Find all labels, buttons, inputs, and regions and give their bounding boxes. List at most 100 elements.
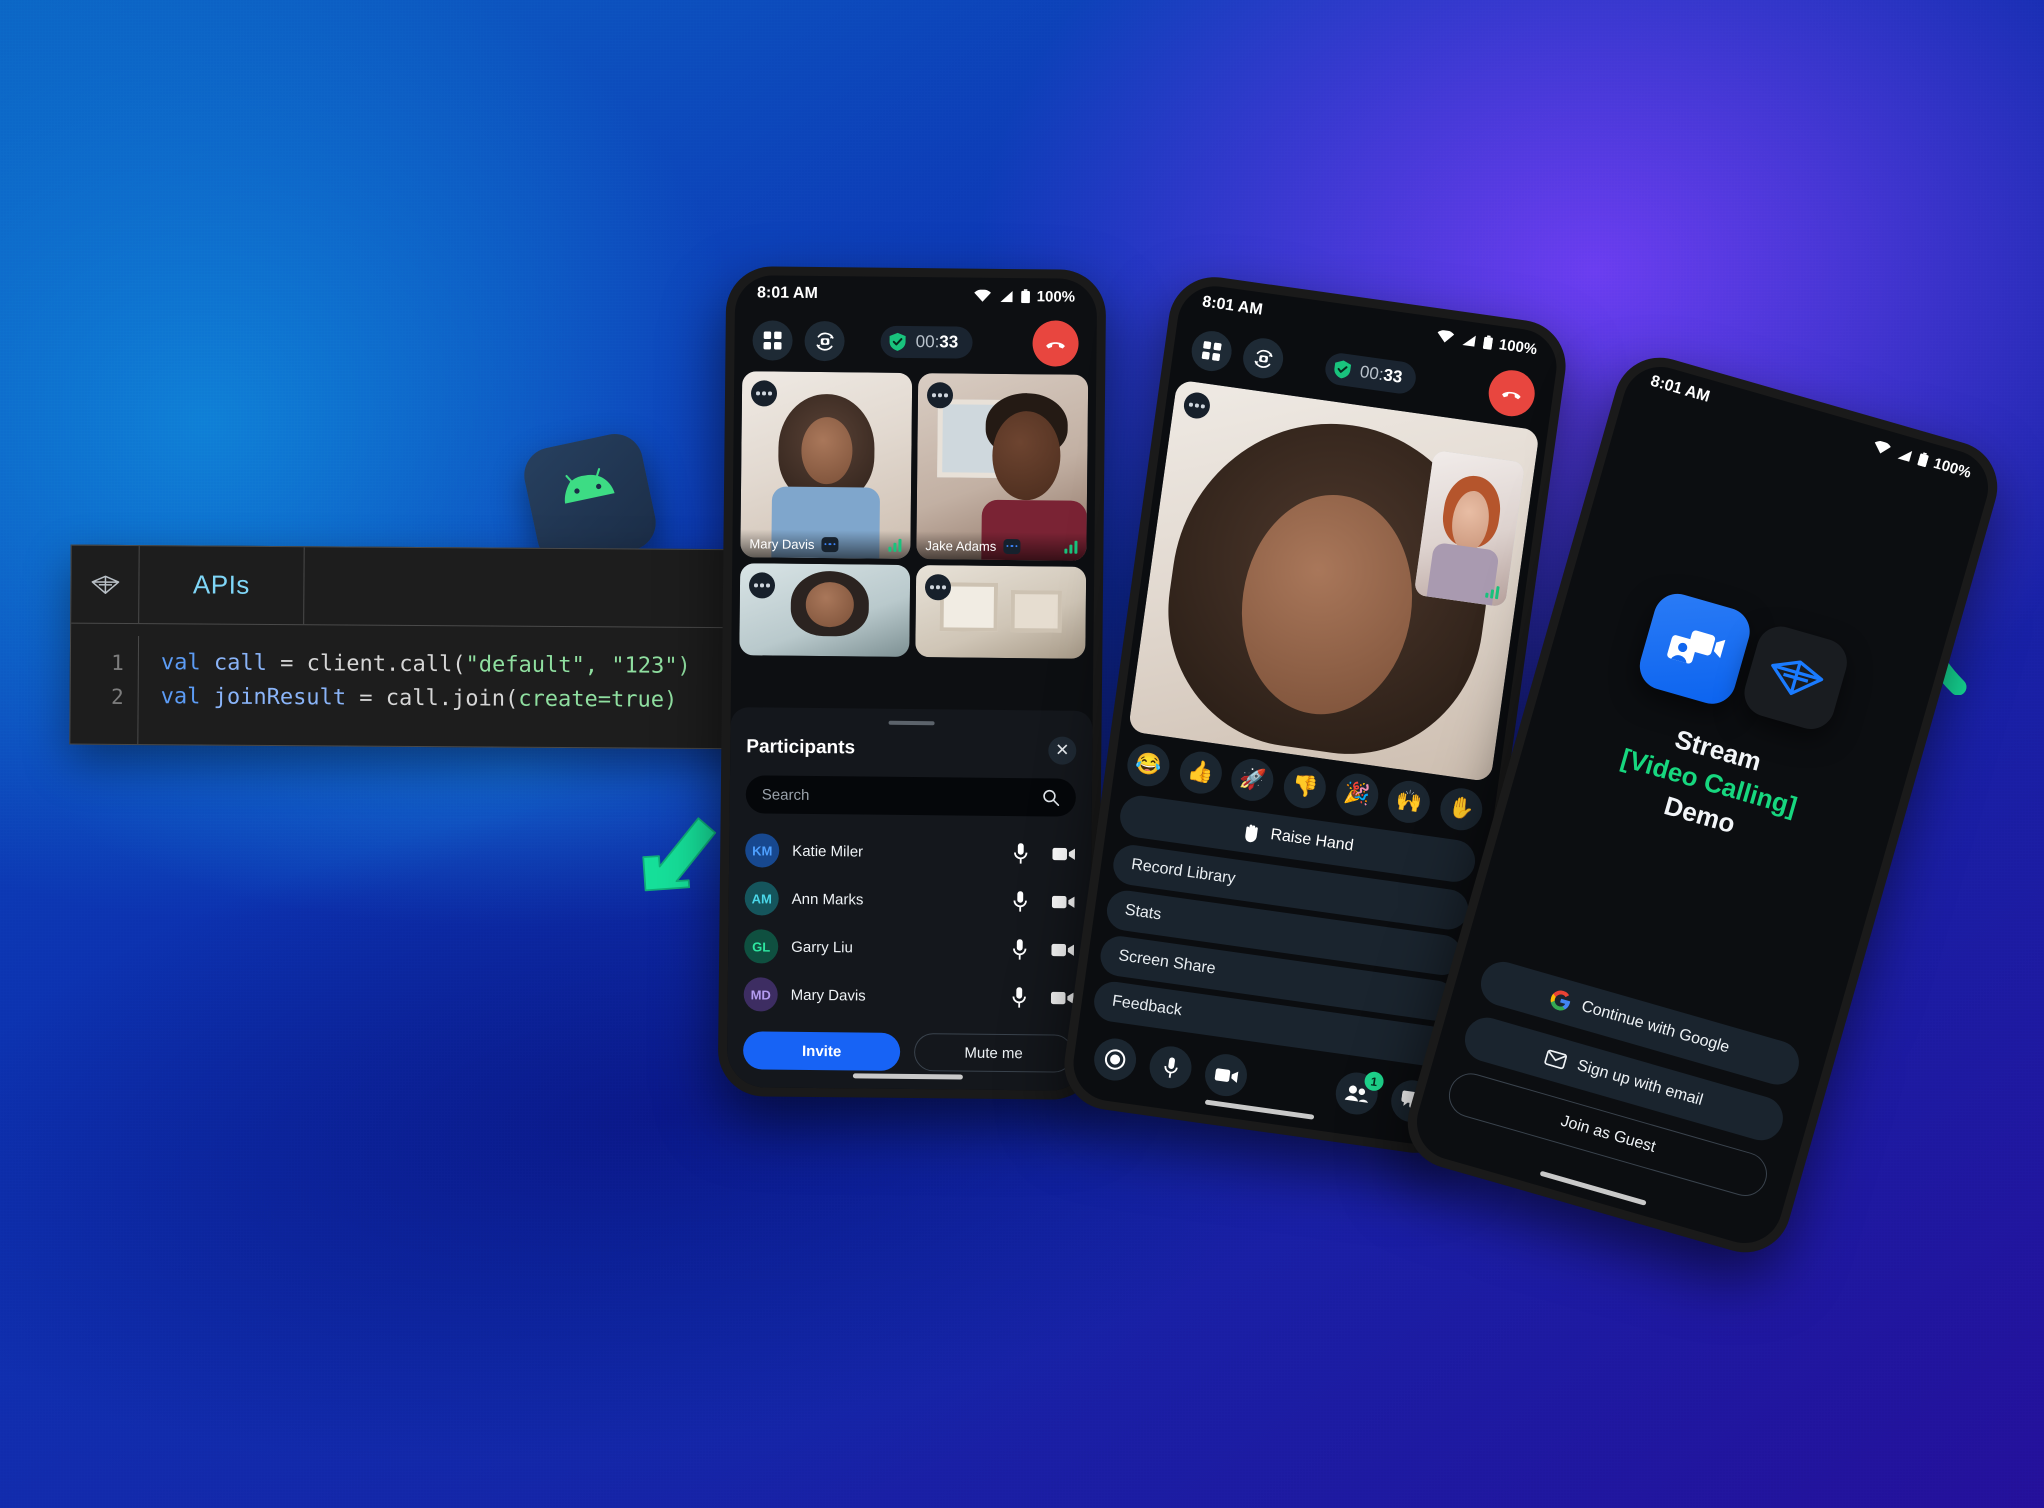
reaction-hand-icon[interactable]: ✋ [1437,785,1485,833]
reaction-thumbs-down-icon[interactable]: 👎 [1281,763,1329,812]
sheet-header: Participants ✕ [746,733,1077,765]
list-item[interactable]: MD Mary Davis [743,973,1074,1018]
timer-text: 00:33 [1359,362,1404,388]
cell-signal-icon [1897,450,1912,462]
invite-button[interactable]: Invite [742,1031,901,1071]
button-label: Sign up with email [1575,1056,1705,1110]
hangup-phone-icon[interactable] [1032,320,1079,367]
battery-percentage: 100% [1497,335,1539,358]
mic-icon[interactable] [1013,890,1028,912]
search-input[interactable]: Search [745,775,1077,817]
mic-icon[interactable] [1012,938,1027,960]
mic-active-icon [821,536,839,552]
participants-sheet: Participants ✕ Search KM Katie Miler AM … [726,707,1093,1091]
avatar: KM [745,833,780,868]
sheet-actions: Invite Mute me [742,1015,1074,1090]
more-dots-icon[interactable] [926,382,954,409]
flip-camera-icon[interactable] [804,320,845,362]
avatar: AM [744,881,779,916]
flip-camera-icon[interactable] [1240,335,1286,381]
sheet-drag-handle[interactable] [888,720,935,726]
wifi-icon [973,289,991,302]
list-item[interactable]: AM Ann Marks [744,877,1075,922]
phone-1-screen: 8:01 AM 100% 00:33 Mary Davis Jake Adams… [726,275,1098,1091]
reaction-thumbs-up-icon[interactable]: 👍 [1176,748,1225,797]
reaction-party-icon[interactable]: 🎉 [1333,770,1381,819]
brand-icons [1633,588,1853,737]
avatar: GL [744,929,779,964]
mic-icon[interactable] [1012,986,1027,1008]
wifi-icon [1437,329,1454,342]
code-identifier: call [200,650,281,677]
mute-me-button[interactable]: Mute me [913,1033,1074,1073]
code-keyword: val [160,684,201,710]
sheet-title: Participants [746,736,856,759]
raise-hand-icon [1245,824,1258,842]
more-dots-icon[interactable] [924,574,952,601]
cell-signal-icon [1000,290,1013,302]
line-number: 2 [110,684,124,709]
code-line: val call = client.call("default", "123") [161,646,769,684]
more-dots-icon[interactable] [750,380,778,407]
search-icon [1043,789,1060,806]
more-dots-icon[interactable] [748,572,776,599]
reaction-rocket-icon[interactable]: 🚀 [1228,756,1277,804]
connection-bars-icon [888,538,902,552]
reaction-raised-hands-icon[interactable]: 🙌 [1385,778,1433,826]
list-item[interactable]: KM Katie Miler [745,829,1076,874]
shield-check-icon [1334,360,1351,379]
camera-icon[interactable] [1052,846,1076,861]
participant-controls [1013,890,1075,913]
code-paren: ) [677,653,691,679]
main-video-tile[interactable] [1127,379,1540,783]
code-card-header: APIs [71,545,770,629]
battery-percentage: 100% [1931,454,1974,482]
code-paren: ) [663,687,678,713]
video-tile[interactable] [739,563,911,657]
stream-video-app-icon [1633,588,1755,710]
hangup-phone-icon[interactable] [1485,367,1538,420]
video-tile[interactable] [915,565,1087,659]
camera-icon[interactable] [1202,1051,1250,1099]
code-call: client.call( [306,651,466,678]
envelope-icon [1544,1049,1568,1070]
call-timer: 00:33 [880,325,973,359]
participant-label: Jake Adams [916,531,1087,561]
grid-layout-icon[interactable] [752,320,793,361]
video-tile[interactable]: Mary Davis [740,371,913,559]
timer-seconds: 33 [939,332,959,352]
reaction-laugh-icon[interactable]: 😂 [1124,741,1173,790]
code-card-body: 1 2 val call = client.call("default", "1… [70,624,769,749]
code-call: call.join( [385,685,519,712]
record-icon[interactable] [1091,1035,1139,1084]
code-args: "default", "123" [465,652,678,679]
code-text[interactable]: val call = client.call("default", "123")… [138,636,769,748]
mic-icon[interactable] [1013,842,1028,864]
video-grid: Mary Davis Jake Adams [731,371,1096,659]
mic-icon[interactable] [1146,1043,1195,1092]
code-tab-apis[interactable]: APIs [139,546,305,625]
battery-icon [1020,289,1030,304]
list-item[interactable]: GL Garry Liu [744,925,1075,970]
code-operator: = [359,685,386,711]
menu-item-label: Stats [1123,901,1163,924]
connection-bars-icon [1485,585,1500,600]
close-icon[interactable]: ✕ [1048,736,1077,765]
battery-icon [1482,335,1493,350]
participants-icon[interactable]: 1 [1333,1069,1385,1118]
line-number: 1 [111,650,124,675]
participant-controls [1013,842,1076,865]
camera-icon[interactable] [1051,894,1075,909]
line-number-gutter: 1 2 [70,635,140,745]
camera-icon[interactable] [1051,942,1075,957]
participant-name: Mary Davis [749,535,815,552]
timer-seconds: 33 [1382,365,1404,387]
camera-icon[interactable] [1050,990,1074,1005]
participant-controls [1012,986,1074,1009]
timer-minutes: 00: [1358,362,1385,385]
participant-label: Mary Davis [740,529,911,559]
video-tile[interactable]: Jake Adams [916,373,1089,561]
status-bar: 8:01 AM 100% [735,275,1097,315]
grid-layout-icon[interactable] [1189,328,1235,374]
menu-item-label: Feedback [1111,992,1183,1020]
